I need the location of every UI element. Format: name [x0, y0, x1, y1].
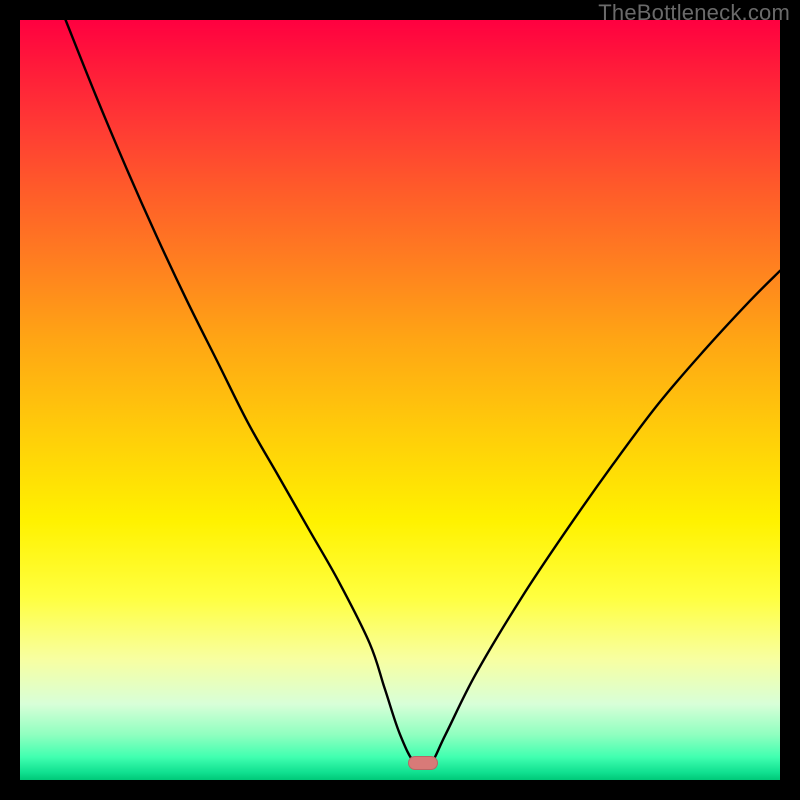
- bottleneck-curve: [20, 20, 780, 780]
- optimal-point-marker: [408, 756, 438, 770]
- watermark-text: TheBottleneck.com: [598, 0, 790, 26]
- plot-area: [20, 20, 780, 780]
- chart-frame: TheBottleneck.com: [0, 0, 800, 800]
